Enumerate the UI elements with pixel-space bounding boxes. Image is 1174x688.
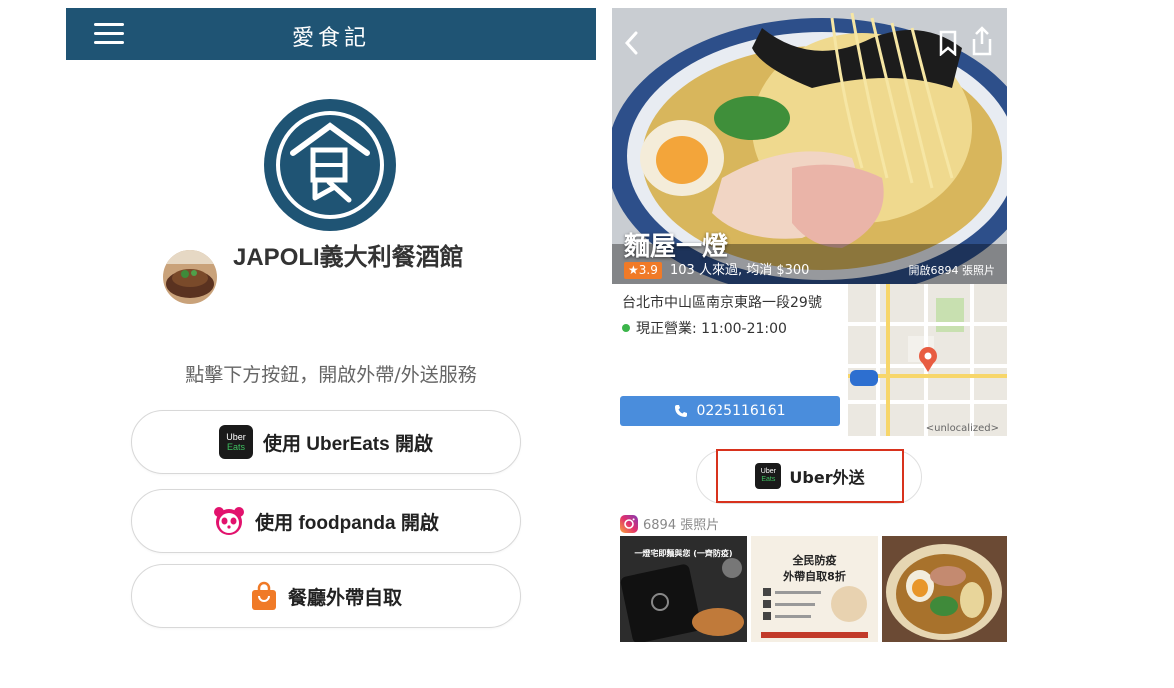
back-chevron-icon[interactable] [622, 30, 642, 56]
open-ubereats-label: 使用 UberEats 開啟 [263, 433, 433, 455]
photo-thumbnail[interactable]: 全民防疫 外帶自取8折 [751, 536, 878, 642]
map-credit: <unlocalized> [925, 423, 999, 434]
takeout-pickup-label: 餐廳外帶自取 [287, 587, 402, 609]
instruction-text: 點擊下方按鈕，開啟外帶/外送服務 [185, 364, 477, 386]
map-graphic [848, 284, 1007, 436]
shop-info-panel: 台北市中山區南京東路一段29號 現正營業: 11:00-21:00 022511… [612, 284, 848, 436]
instagram-photos-header[interactable]: 6894 張照片 [620, 514, 719, 533]
app-title: 愛食記 [291, 26, 370, 51]
open-status-dot [622, 324, 630, 332]
open-ubereats-button[interactable]: Uber Eats 使用 UberEats 開啟 [131, 410, 521, 474]
open-foodpanda-button[interactable]: 使用 foodpanda 開啟 [131, 489, 521, 553]
screenshot: 愛食記 JAPOLI義大利餐酒館 點擊下方按鈕，開啟外帶/外送服務 Uber E… [0, 0, 1174, 688]
uber-delivery-label: Uber外送 [789, 468, 865, 487]
visit-stats: 103 人來過, 均消 $300 [670, 263, 810, 278]
phone-icon [675, 405, 688, 417]
app-header: 愛食記 [66, 8, 596, 60]
takeout-pickup-button[interactable]: 餐廳外帶自取 [131, 564, 521, 628]
ubereats-icon-text-eats: Eats [226, 442, 245, 452]
photo-thumbnail[interactable]: 一燈宅即麵與您 (一齊防疫) [620, 536, 747, 642]
restaurant-info: JAPOLI義大利餐酒館 [163, 240, 493, 320]
uber-delivery-button[interactable]: Uber Eats Uber外送 [716, 449, 904, 503]
shop-address[interactable]: 台北市中山區南京東路一段29號 [622, 292, 822, 312]
shopping-bag-icon [251, 581, 276, 610]
restaurant-name: JAPOLI義大利餐酒館 [233, 244, 464, 271]
restaurant-avatar [163, 250, 217, 304]
ubereats-icon: Uber Eats [219, 425, 253, 459]
shop-name: 麵屋一燈 [624, 232, 729, 262]
open-foodpanda-label: 使用 foodpanda 開啟 [255, 512, 439, 534]
bookmark-icon[interactable] [938, 30, 958, 56]
thumbnail-image [620, 558, 744, 642]
opening-hours-text: 現正營業: 11:00-21:00 [636, 321, 787, 337]
foodpanda-icon [214, 507, 245, 535]
thumbnail-image [882, 536, 1007, 642]
phone-number: 0225116161 [696, 403, 786, 419]
thumbnail-image [761, 586, 868, 638]
app-logo [264, 99, 396, 231]
left-app-screen: 愛食記 JAPOLI義大利餐酒館 點擊下方按鈕，開啟外帶/外送服務 Uber E… [66, 8, 596, 648]
uber-icon-text-eats: Eats [761, 476, 776, 483]
photo-thumbnails: 一燈宅即麵與您 (一齊防疫) 全民防疫 外帶自取8折 [620, 536, 1007, 642]
ubereats-icon: Uber Eats [755, 463, 782, 489]
uber-icon-text-uber: Uber [760, 468, 776, 475]
instagram-icon [620, 514, 638, 533]
map-view[interactable]: <unlocalized> [848, 284, 1007, 436]
right-app-screen: 麵屋一燈 ★3.9 103 人來過, 均消 $300 開啟6894 張照片 台北… [612, 8, 1007, 642]
opening-hours: 現正營業: 11:00-21:00 [622, 318, 787, 338]
instagram-photos-count: 6894 張照片 [643, 518, 720, 533]
photo-thumbnail[interactable] [882, 536, 1007, 642]
hero-photo: 麵屋一燈 ★3.9 103 人來過, 均消 $300 開啟6894 張照片 [612, 8, 1007, 284]
call-button[interactable]: 0225116161 [620, 396, 840, 426]
rating-badge: ★3.9 [624, 262, 662, 279]
ubereats-icon-text-uber: Uber [226, 432, 246, 442]
share-icon[interactable] [970, 26, 994, 56]
open-photos-link[interactable]: 開啟6894 張照片 [909, 262, 996, 279]
